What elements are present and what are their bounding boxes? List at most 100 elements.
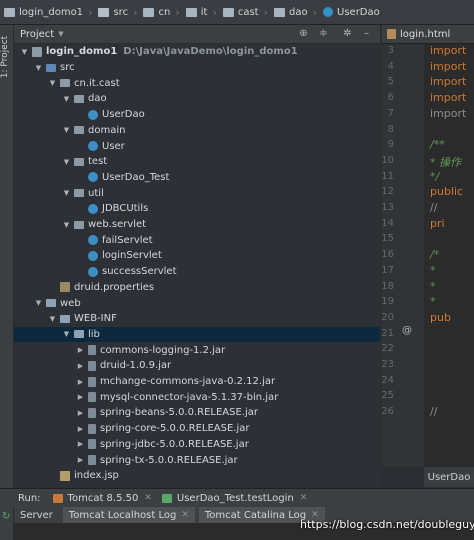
chevron-down-icon[interactable]: ▼ bbox=[48, 79, 57, 87]
chevron-down-icon[interactable]: ▼ bbox=[34, 64, 43, 72]
breadcrumb-item[interactable]: cast › bbox=[219, 0, 270, 24]
tree-node[interactable]: ▶ spring-beans-5.0.0.RELEASE.jar bbox=[14, 405, 380, 421]
chevron-down-icon[interactable]: ▼ bbox=[62, 126, 71, 134]
line-number: 13 bbox=[381, 202, 394, 213]
tree-node[interactable]: ▼ login_domo1 D:\Java\JavaDemo\login_domo1 bbox=[14, 44, 380, 60]
tree-node[interactable]: ▼ dao bbox=[14, 91, 380, 107]
breadcrumb-label: cn bbox=[158, 6, 171, 18]
project-tool-window-button[interactable]: 1: Project bbox=[0, 36, 10, 78]
jar-icon bbox=[88, 455, 96, 466]
close-icon[interactable]: ✕ bbox=[144, 493, 152, 503]
class-icon bbox=[323, 7, 334, 17]
override-marker-icon[interactable]: @ bbox=[402, 325, 412, 336]
tree-node[interactable]: ▼druid.properties bbox=[14, 280, 380, 296]
breadcrumb-item[interactable]: it › bbox=[182, 0, 219, 24]
locate-icon[interactable]: ⊕ bbox=[298, 28, 309, 39]
class-icon bbox=[88, 235, 98, 246]
tree-node[interactable]: ▼ test bbox=[14, 154, 380, 170]
console-subtab[interactable]: Server bbox=[14, 507, 59, 523]
subtab-label: Tomcat Catalina Log bbox=[204, 509, 307, 521]
chevron-down-icon[interactable]: ▼ bbox=[62, 95, 71, 103]
tree-node-text: loginServlet bbox=[102, 250, 162, 262]
tree-node[interactable]: ▼ web bbox=[14, 295, 380, 311]
tree-node[interactable]: ▼ lib bbox=[14, 326, 380, 343]
tree-node[interactable]: ▼failServlet bbox=[14, 232, 380, 248]
close-icon[interactable]: ✕ bbox=[181, 510, 189, 520]
run-tab[interactable]: Tomcat 8.5.50 ✕ bbox=[52, 493, 152, 504]
tree-node-label: spring-beans-5.0.0.RELEASE.jar bbox=[100, 407, 258, 418]
run-panel-tabs: Run: Tomcat 8.5.50 ✕ UserDao_Test.testLogi… bbox=[0, 488, 474, 507]
tree-node[interactable]: ▼ web.servlet bbox=[14, 217, 380, 233]
line-number: 21 bbox=[381, 327, 394, 339]
run-tab[interactable]: UserDao_Test.testLogin ✕ bbox=[161, 493, 308, 504]
class-icon bbox=[88, 203, 98, 214]
tree-node[interactable]: ▼ cn.it.cast bbox=[14, 75, 380, 91]
tree-node[interactable]: ▼ domain bbox=[14, 123, 380, 139]
chevron-down-icon[interactable]: ▼ bbox=[58, 30, 63, 38]
breadcrumb-label: src bbox=[113, 6, 129, 18]
tree-node[interactable]: ▼ WEB-INF bbox=[14, 311, 380, 327]
chevron-right-icon[interactable]: ▶ bbox=[76, 440, 85, 448]
chevron-right-icon[interactable]: ▶ bbox=[76, 346, 85, 354]
collapse-icon[interactable]: ≑ bbox=[318, 28, 329, 39]
tree-node-label: successServlet bbox=[102, 266, 177, 277]
breadcrumb-item[interactable]: dao › bbox=[270, 0, 319, 24]
tree-node[interactable]: ▼UserDao_Test bbox=[14, 170, 380, 186]
chevron-right-icon[interactable]: ▶ bbox=[76, 425, 85, 433]
tree-node[interactable]: ▶ spring-core-5.0.0.RELEASE.jar bbox=[14, 421, 380, 437]
tree-node[interactable]: ▼ util bbox=[14, 185, 380, 201]
chevron-right-icon[interactable]: ▶ bbox=[76, 393, 85, 401]
tree-node[interactable]: ▶ mchange-commons-java-0.2.12.jar bbox=[14, 374, 380, 390]
chevron-right-icon[interactable]: ▶ bbox=[76, 378, 85, 386]
console-subtab[interactable]: Tomcat Localhost Log ✕ bbox=[62, 507, 195, 523]
chevron-right-icon[interactable]: ▶ bbox=[76, 362, 85, 370]
module-icon bbox=[4, 7, 15, 17]
code-editor[interactable]: import import import import import/** * 操作 *… bbox=[424, 44, 474, 467]
properties-file-icon bbox=[60, 282, 70, 293]
line-number: 3 bbox=[387, 45, 394, 56]
chevron-down-icon[interactable]: ▼ bbox=[48, 315, 57, 323]
chevron-down-icon[interactable]: ▼ bbox=[62, 189, 71, 197]
tree-node[interactable]: ▶ mysql-connector-java-5.1.37-bin.jar bbox=[14, 389, 380, 405]
gear-icon[interactable]: ✲ bbox=[342, 28, 353, 39]
editor-breadcrumb[interactable]: UserDao bbox=[424, 467, 474, 487]
hide-icon[interactable]: – bbox=[361, 28, 372, 39]
chevron-down-icon[interactable]: ▼ bbox=[62, 221, 71, 229]
tab-login-html[interactable]: login.html bbox=[400, 29, 450, 40]
tree-node[interactable]: ▶ spring-jdbc-5.0.0.RELEASE.jar bbox=[14, 437, 380, 453]
code-line: */ bbox=[430, 169, 440, 183]
tree-node[interactable]: ▼ src bbox=[14, 60, 380, 76]
run-side-toolbar: ↻ bbox=[0, 507, 14, 540]
close-icon[interactable]: ✕ bbox=[300, 493, 308, 503]
breadcrumb-item[interactable]: src › bbox=[94, 0, 139, 24]
tree-node-text: UserDao_Test bbox=[102, 171, 170, 183]
tree-node[interactable]: ▼loginServlet bbox=[14, 248, 380, 264]
chevron-down-icon[interactable]: ▼ bbox=[20, 48, 29, 56]
tree-node[interactable]: ▼successServlet bbox=[14, 264, 380, 280]
tree-node[interactable]: ▼JDBCUtils bbox=[14, 201, 380, 217]
tree-node[interactable]: ▶ spring-tx-5.0.0.RELEASE.jar bbox=[14, 452, 380, 468]
tree-node-label: web.servlet bbox=[88, 219, 146, 230]
line-number: 7 bbox=[387, 107, 394, 119]
project-panel-title[interactable]: Project bbox=[20, 29, 54, 40]
tree-node[interactable]: ▶ commons-logging-1.2.jar bbox=[14, 342, 380, 358]
tree-node-text: domain bbox=[88, 124, 126, 136]
chevron-down-icon[interactable]: ▼ bbox=[62, 330, 71, 338]
tree-node[interactable]: ▶ druid-1.0.9.jar bbox=[14, 358, 380, 374]
chevron-down-icon[interactable]: ▼ bbox=[34, 299, 43, 307]
chevron-down-icon[interactable]: ▼ bbox=[62, 158, 71, 166]
chevron-right-icon[interactable]: ▶ bbox=[76, 456, 85, 464]
folder-icon bbox=[74, 330, 84, 339]
breadcrumb-item[interactable]: UserDao bbox=[319, 0, 382, 24]
rerun-icon[interactable]: ↻ bbox=[2, 511, 10, 522]
tree-node[interactable]: ▼index.jsp bbox=[14, 468, 380, 484]
breadcrumb-item[interactable]: login_domo1 › bbox=[0, 0, 94, 24]
breadcrumb-item[interactable]: cn › bbox=[139, 0, 181, 24]
tree-node[interactable]: ▼User bbox=[14, 138, 380, 154]
line-number: 5 bbox=[387, 76, 394, 88]
package-icon bbox=[74, 189, 84, 198]
tree-node-text: User bbox=[102, 140, 125, 152]
breadcrumb-label: it bbox=[200, 6, 208, 18]
chevron-right-icon[interactable]: ▶ bbox=[76, 409, 85, 417]
tree-node[interactable]: ▼UserDao bbox=[14, 107, 380, 123]
